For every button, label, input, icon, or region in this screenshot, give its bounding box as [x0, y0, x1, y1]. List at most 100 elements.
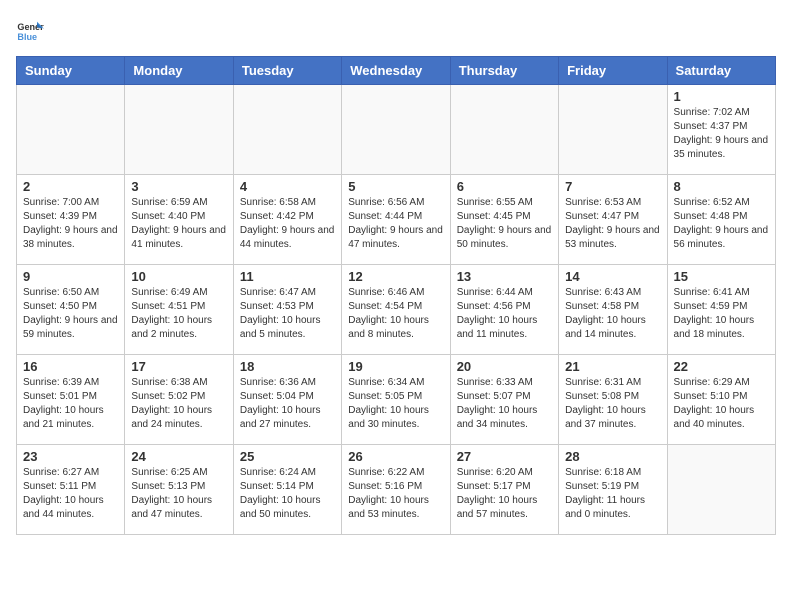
- day-number: 26: [348, 449, 443, 464]
- calendar-cell: [342, 85, 450, 175]
- calendar-cell: [559, 85, 667, 175]
- day-info: Sunrise: 6:24 AM Sunset: 5:14 PM Dayligh…: [240, 466, 335, 522]
- calendar-cell: 22 Sunrise: 6:29 AM Sunset: 5:10 PM Dayli…: [667, 355, 775, 445]
- calendar: SundayMondayTuesdayWednesdayThursdayFrid…: [16, 56, 776, 535]
- day-number: 22: [674, 359, 769, 374]
- day-info: Sunrise: 6:58 AM Sunset: 4:42 PM Dayligh…: [240, 196, 335, 252]
- day-info: Sunrise: 6:25 AM Sunset: 5:13 PM Dayligh…: [131, 466, 226, 522]
- week-row-4: 23 Sunrise: 6:27 AM Sunset: 5:11 PM Dayli…: [17, 445, 776, 535]
- day-info: Sunrise: 6:50 AM Sunset: 4:50 PM Dayligh…: [23, 286, 118, 342]
- day-info: Sunrise: 6:59 AM Sunset: 4:40 PM Dayligh…: [131, 196, 226, 252]
- week-row-1: 2 Sunrise: 7:00 AM Sunset: 4:39 PM Daylig…: [17, 175, 776, 265]
- day-number: 17: [131, 359, 226, 374]
- day-number: 16: [23, 359, 118, 374]
- day-info: Sunrise: 6:36 AM Sunset: 5:04 PM Dayligh…: [240, 376, 335, 432]
- day-info: Sunrise: 6:56 AM Sunset: 4:44 PM Dayligh…: [348, 196, 443, 252]
- day-info: Sunrise: 6:29 AM Sunset: 5:10 PM Dayligh…: [674, 376, 769, 432]
- calendar-cell: 8Sunrise: 6:52 AM Sunset: 4:48 PM Daylig…: [667, 175, 775, 265]
- day-number: 1: [674, 89, 769, 104]
- day-number: 5: [348, 179, 443, 194]
- calendar-cell: 3 Sunrise: 6:59 AM Sunset: 4:40 PM Daylig…: [125, 175, 233, 265]
- day-info: Sunrise: 6:33 AM Sunset: 5:07 PM Dayligh…: [457, 376, 552, 432]
- header: General Blue: [16, 16, 776, 44]
- day-number: 27: [457, 449, 552, 464]
- calendar-cell: 9Sunrise: 6:50 AM Sunset: 4:50 PM Daylig…: [17, 265, 125, 355]
- day-info: Sunrise: 7:02 AM Sunset: 4:37 PM Dayligh…: [674, 106, 769, 162]
- header-day-thursday: Thursday: [450, 57, 558, 85]
- day-number: 14: [565, 269, 660, 284]
- day-number: 24: [131, 449, 226, 464]
- day-number: 20: [457, 359, 552, 374]
- day-info: Sunrise: 6:43 AM Sunset: 4:58 PM Dayligh…: [565, 286, 660, 342]
- day-number: 2: [23, 179, 118, 194]
- day-number: 11: [240, 269, 335, 284]
- day-number: 25: [240, 449, 335, 464]
- day-info: Sunrise: 6:44 AM Sunset: 4:56 PM Dayligh…: [457, 286, 552, 342]
- day-info: Sunrise: 6:53 AM Sunset: 4:47 PM Dayligh…: [565, 196, 660, 252]
- week-row-3: 16 Sunrise: 6:39 AM Sunset: 5:01 PM Dayli…: [17, 355, 776, 445]
- calendar-cell: 1 Sunrise: 7:02 AM Sunset: 4:37 PM Daylig…: [667, 85, 775, 175]
- calendar-cell: 4 Sunrise: 6:58 AM Sunset: 4:42 PM Daylig…: [233, 175, 341, 265]
- header-day-saturday: Saturday: [667, 57, 775, 85]
- day-number: 4: [240, 179, 335, 194]
- day-info: Sunrise: 6:27 AM Sunset: 5:11 PM Dayligh…: [23, 466, 118, 522]
- calendar-cell: 15 Sunrise: 6:41 AM Sunset: 4:59 PM Dayli…: [667, 265, 775, 355]
- calendar-cell: 28 Sunrise: 6:18 AM Sunset: 5:19 PM Dayli…: [559, 445, 667, 535]
- header-day-wednesday: Wednesday: [342, 57, 450, 85]
- calendar-body: 1 Sunrise: 7:02 AM Sunset: 4:37 PM Daylig…: [17, 85, 776, 535]
- calendar-cell: 20 Sunrise: 6:33 AM Sunset: 5:07 PM Dayli…: [450, 355, 558, 445]
- day-info: Sunrise: 6:18 AM Sunset: 5:19 PM Dayligh…: [565, 466, 660, 522]
- calendar-cell: [125, 85, 233, 175]
- calendar-cell: 14 Sunrise: 6:43 AM Sunset: 4:58 PM Dayli…: [559, 265, 667, 355]
- calendar-cell: 5 Sunrise: 6:56 AM Sunset: 4:44 PM Daylig…: [342, 175, 450, 265]
- week-row-0: 1 Sunrise: 7:02 AM Sunset: 4:37 PM Daylig…: [17, 85, 776, 175]
- calendar-cell: 24 Sunrise: 6:25 AM Sunset: 5:13 PM Dayli…: [125, 445, 233, 535]
- calendar-cell: 10 Sunrise: 6:49 AM Sunset: 4:51 PM Dayli…: [125, 265, 233, 355]
- day-number: 21: [565, 359, 660, 374]
- calendar-cell: 19Sunrise: 6:34 AM Sunset: 5:05 PM Dayli…: [342, 355, 450, 445]
- day-number: 18: [240, 359, 335, 374]
- day-info: Sunrise: 6:47 AM Sunset: 4:53 PM Dayligh…: [240, 286, 335, 342]
- calendar-cell: 17 Sunrise: 6:38 AM Sunset: 5:02 PM Dayli…: [125, 355, 233, 445]
- day-number: 10: [131, 269, 226, 284]
- day-info: Sunrise: 6:55 AM Sunset: 4:45 PM Dayligh…: [457, 196, 552, 252]
- header-day-sunday: Sunday: [17, 57, 125, 85]
- week-row-2: 9Sunrise: 6:50 AM Sunset: 4:50 PM Daylig…: [17, 265, 776, 355]
- svg-text:Blue: Blue: [17, 32, 37, 42]
- header-day-friday: Friday: [559, 57, 667, 85]
- calendar-cell: 16 Sunrise: 6:39 AM Sunset: 5:01 PM Dayli…: [17, 355, 125, 445]
- calendar-cell: 2 Sunrise: 7:00 AM Sunset: 4:39 PM Daylig…: [17, 175, 125, 265]
- calendar-cell: 18 Sunrise: 6:36 AM Sunset: 5:04 PM Dayli…: [233, 355, 341, 445]
- day-number: 3: [131, 179, 226, 194]
- calendar-header-row: SundayMondayTuesdayWednesdayThursdayFrid…: [17, 57, 776, 85]
- calendar-cell: [17, 85, 125, 175]
- day-number: 13: [457, 269, 552, 284]
- logo: General Blue: [16, 16, 48, 44]
- calendar-cell: 26 Sunrise: 6:22 AM Sunset: 5:16 PM Dayli…: [342, 445, 450, 535]
- calendar-cell: 11 Sunrise: 6:47 AM Sunset: 4:53 PM Dayli…: [233, 265, 341, 355]
- day-info: Sunrise: 6:41 AM Sunset: 4:59 PM Dayligh…: [674, 286, 769, 342]
- calendar-cell: 23 Sunrise: 6:27 AM Sunset: 5:11 PM Dayli…: [17, 445, 125, 535]
- day-number: 28: [565, 449, 660, 464]
- calendar-cell: [450, 85, 558, 175]
- calendar-cell: 25 Sunrise: 6:24 AM Sunset: 5:14 PM Dayli…: [233, 445, 341, 535]
- day-number: 23: [23, 449, 118, 464]
- day-info: Sunrise: 6:31 AM Sunset: 5:08 PM Dayligh…: [565, 376, 660, 432]
- day-number: 15: [674, 269, 769, 284]
- calendar-cell: 13 Sunrise: 6:44 AM Sunset: 4:56 PM Dayli…: [450, 265, 558, 355]
- day-info: Sunrise: 6:34 AM Sunset: 5:05 PM Dayligh…: [348, 376, 443, 432]
- day-info: Sunrise: 6:39 AM Sunset: 5:01 PM Dayligh…: [23, 376, 118, 432]
- header-day-monday: Monday: [125, 57, 233, 85]
- calendar-cell: 27 Sunrise: 6:20 AM Sunset: 5:17 PM Dayli…: [450, 445, 558, 535]
- day-info: Sunrise: 6:20 AM Sunset: 5:17 PM Dayligh…: [457, 466, 552, 522]
- calendar-cell: 21 Sunrise: 6:31 AM Sunset: 5:08 PM Dayli…: [559, 355, 667, 445]
- day-info: Sunrise: 6:38 AM Sunset: 5:02 PM Dayligh…: [131, 376, 226, 432]
- calendar-cell: 7 Sunrise: 6:53 AM Sunset: 4:47 PM Daylig…: [559, 175, 667, 265]
- day-number: 7: [565, 179, 660, 194]
- day-info: Sunrise: 6:22 AM Sunset: 5:16 PM Dayligh…: [348, 466, 443, 522]
- calendar-cell: 12Sunrise: 6:46 AM Sunset: 4:54 PM Dayli…: [342, 265, 450, 355]
- calendar-cell: [233, 85, 341, 175]
- day-info: Sunrise: 7:00 AM Sunset: 4:39 PM Dayligh…: [23, 196, 118, 252]
- day-info: Sunrise: 6:49 AM Sunset: 4:51 PM Dayligh…: [131, 286, 226, 342]
- header-day-tuesday: Tuesday: [233, 57, 341, 85]
